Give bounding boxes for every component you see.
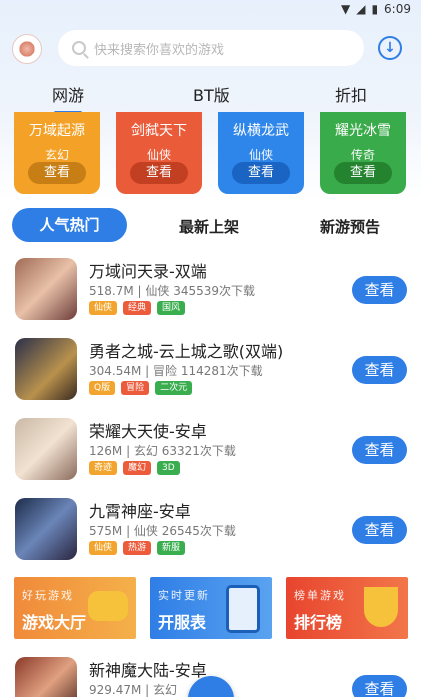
game-tags: 奇迹 魔幻 3D <box>89 461 180 475</box>
featured-view-button[interactable]: 查看 <box>130 162 188 184</box>
banner-server-list[interactable]: 实时更新 开服表 <box>150 577 272 639</box>
game-thumbnail <box>15 338 77 400</box>
list-item[interactable]: 九霄神座-安卓 575M | 仙侠 26545次下载 仙侠 热游 新服 查看 <box>0 498 421 568</box>
view-button[interactable]: 查看 <box>352 675 407 697</box>
featured-card[interactable]: 剑弑天下 仙侠 查看 <box>116 112 202 194</box>
trophy-icon <box>364 587 398 627</box>
featured-name: 耀光冰雪 <box>335 123 391 139</box>
banner-subtitle: 榜单游戏 <box>294 589 346 602</box>
featured-view-button[interactable]: 查看 <box>334 162 392 184</box>
tag: 仙侠 <box>89 541 118 555</box>
featured-name: 纵横龙武 <box>233 123 289 139</box>
featured-card[interactable]: 纵横龙武 仙侠 查看 <box>218 112 304 194</box>
category-tabs: 网游 BT版 折扣 <box>0 82 421 106</box>
game-thumbnail <box>15 258 77 320</box>
game-tags: Q版 冒险 二次元 <box>89 381 193 395</box>
featured-card[interactable]: 耀光冰雪 传奇 查看 <box>320 112 406 194</box>
tag: 热游 <box>123 541 152 555</box>
app-logo[interactable] <box>12 34 42 64</box>
tag: 冒险 <box>121 381 150 395</box>
game-title: 勇者之城-云上城之歌(双端) <box>89 342 284 361</box>
game-title: 万域问天录-双端 <box>89 262 207 281</box>
game-title: 九霄神座-安卓 <box>89 502 191 521</box>
banner-ranking[interactable]: 榜单游戏 排行榜 <box>286 577 408 639</box>
featured-genre: 传奇 <box>350 148 375 162</box>
tag: 奇迹 <box>89 461 118 475</box>
battery-icon: ▮ <box>371 2 379 16</box>
tag: 魔幻 <box>123 461 152 475</box>
tag: Q版 <box>89 381 116 395</box>
search-icon <box>72 41 86 55</box>
view-button[interactable]: 查看 <box>352 356 407 384</box>
tag: 新服 <box>157 541 186 555</box>
tab-discount[interactable]: 折扣 <box>335 82 367 106</box>
view-button[interactable]: 查看 <box>352 516 407 544</box>
featured-genre: 仙侠 <box>146 148 171 162</box>
tab-online[interactable]: 网游 <box>52 82 84 106</box>
banner-title: 游戏大厅 <box>22 613 87 632</box>
featured-view-button[interactable]: 查看 <box>28 162 86 184</box>
featured-name: 万域起源 <box>29 123 85 139</box>
tab-popular[interactable]: 人气热门 <box>12 208 127 242</box>
phone-icon <box>226 585 260 633</box>
status-time: 6:09 <box>384 2 411 16</box>
tag: 仙侠 <box>89 301 118 315</box>
game-meta: 929.47M | 玄幻 <box>89 683 178 697</box>
tab-new-release[interactable]: 最新上架 <box>179 216 239 237</box>
tag: 二次元 <box>155 381 193 395</box>
list-item[interactable]: 荣耀大天使-安卓 126M | 玄幻 63321次下载 奇迹 魔幻 3D 查看 <box>0 418 421 488</box>
featured-genre: 仙侠 <box>248 148 273 162</box>
banner-subtitle: 实时更新 <box>158 589 210 602</box>
signal-icon: ◢ <box>356 2 366 16</box>
banner-title: 排行榜 <box>294 613 343 632</box>
wifi-icon: ▼ <box>340 2 351 16</box>
featured-name: 剑弑天下 <box>131 123 187 139</box>
view-button[interactable]: 查看 <box>352 436 407 464</box>
list-item[interactable]: 勇者之城-云上城之歌(双端) 304.54M | 冒险 114281次下载 Q版… <box>0 338 421 408</box>
list-item[interactable]: 万域问天录-双端 518.7M | 仙侠 345539次下载 仙侠 经典 国风 … <box>0 258 421 328</box>
gamepad-icon <box>88 591 128 621</box>
tag: 国风 <box>157 301 186 315</box>
banner-game-hall[interactable]: 好玩游戏 游戏大厅 <box>14 577 136 639</box>
game-meta: 518.7M | 仙侠 345539次下载 <box>89 284 256 298</box>
game-thumbnail <box>15 418 77 480</box>
tab-upcoming[interactable]: 新游预告 <box>320 216 380 237</box>
search-input[interactable]: 快来搜索你喜欢的游戏 <box>58 30 364 66</box>
game-meta: 304.54M | 冒险 114281次下载 <box>89 364 263 378</box>
featured-genre: 玄幻 <box>44 148 69 162</box>
search-placeholder: 快来搜索你喜欢的游戏 <box>94 42 225 58</box>
status-bar: ▼ ◢ ▮ 6:09 <box>0 0 421 18</box>
game-thumbnail <box>15 657 77 697</box>
list-tabs: 人气热门 最新上架 新游预告 <box>0 208 421 246</box>
tag: 3D <box>157 461 180 475</box>
game-title: 荣耀大天使-安卓 <box>89 422 207 441</box>
game-meta: 126M | 玄幻 63321次下载 <box>89 444 236 458</box>
game-tags: 仙侠 热游 新服 <box>89 541 186 555</box>
banner-subtitle: 好玩游戏 <box>22 589 74 602</box>
banner-title: 开服表 <box>158 613 207 632</box>
game-meta: 575M | 仙侠 26545次下载 <box>89 524 236 538</box>
download-icon[interactable]: ↓ <box>378 36 402 60</box>
view-button[interactable]: 查看 <box>352 276 407 304</box>
game-tags: 仙侠 经典 国风 <box>89 301 186 315</box>
featured-card[interactable]: 万域起源 玄幻 查看 <box>14 112 100 194</box>
featured-view-button[interactable]: 查看 <box>232 162 290 184</box>
game-thumbnail <box>15 498 77 560</box>
game-title: 新神魔大陆-安卓 <box>89 661 207 680</box>
tag: 经典 <box>123 301 152 315</box>
tab-bt[interactable]: BT版 <box>193 82 230 106</box>
